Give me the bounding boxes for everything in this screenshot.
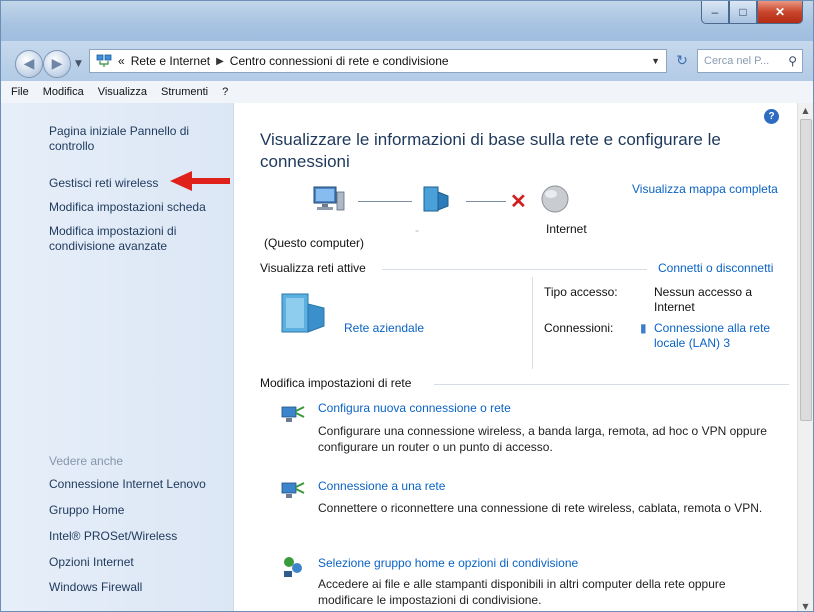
breadcrumb-current[interactable]: Centro connessioni di rete e condivision…: [230, 54, 449, 68]
recent-pages-dropdown[interactable]: ▼: [75, 59, 82, 69]
red-arrow-annotation: [170, 171, 230, 191]
scroll-thumb[interactable]: [800, 119, 812, 421]
scroll-up-icon[interactable]: ▲: [798, 103, 813, 117]
refresh-icon: ↻: [676, 53, 688, 69]
setup-connection-link[interactable]: Configura nuova connessione o rete: [318, 401, 511, 415]
change-settings-divider: [434, 384, 789, 385]
homegroup-link[interactable]: Selezione gruppo home e opzioni di condi…: [318, 556, 578, 570]
back-button[interactable]: ◀: [15, 50, 43, 78]
computer-label: (Questo computer): [264, 236, 365, 250]
active-networks-title: Visualizza reti attive: [260, 261, 366, 275]
page-title: Visualizzare le informazioni di base sul…: [260, 130, 721, 171]
maximize-button[interactable]: □: [729, 1, 757, 24]
navigation-bar: ◀ ▶ ▼ « Rete e Internet ▶ Centro conness…: [1, 41, 813, 81]
sidebar-link-advanced-sharing[interactable]: Modifica impostazioni di condivisione av…: [49, 224, 219, 254]
close-button[interactable]: ✕: [757, 1, 803, 24]
title-bar: – □ ✕: [1, 1, 813, 41]
breadcrumb-rete-internet[interactable]: Rete e Internet: [131, 54, 210, 68]
change-settings-title: Modifica impostazioni di rete: [260, 376, 412, 390]
help-icon[interactable]: ?: [764, 109, 779, 124]
sidebar-link-windows-firewall[interactable]: Windows Firewall: [49, 580, 229, 595]
search-icon[interactable]: ⚲: [788, 54, 797, 68]
menu-strumenti[interactable]: Strumenti: [161, 86, 208, 98]
minimize-button[interactable]: –: [701, 1, 729, 24]
window-controls: – □ ✕: [701, 1, 803, 24]
sidebar-link-internet-options[interactable]: Opzioni Internet: [49, 555, 229, 570]
network-name-link[interactable]: Rete aziendale: [344, 321, 424, 335]
connect-network-icon: [281, 482, 305, 498]
menu-file[interactable]: File: [11, 86, 29, 98]
connect-network-link[interactable]: Connessione a una rete: [318, 479, 445, 493]
connect-disconnect-link[interactable]: Connetti o disconnetti: [658, 261, 773, 275]
computer-icon[interactable]: [312, 184, 346, 214]
access-type-value: Nessun accesso a Internet: [654, 285, 753, 314]
full-map-link[interactable]: Visualizza mappa completa: [632, 182, 778, 196]
forward-button[interactable]: ▶: [43, 50, 71, 78]
sidebar-link-lenovo[interactable]: Connessione Internet Lenovo: [49, 477, 229, 492]
main-content: ? Visualizzare le informazioni di base s…: [234, 103, 799, 611]
connect-network-description: Connettere o riconnettere una connession…: [318, 501, 763, 515]
active-networks-divider: [382, 269, 647, 270]
homegroup-icon: [284, 557, 302, 577]
menu-bar: File Modifica Visualizza Strumenti ?: [1, 81, 813, 104]
internet-label: Internet: [546, 222, 587, 236]
network-icon: [96, 54, 112, 68]
lan-icon: ▮: [640, 321, 647, 335]
arrow-right-icon: ▶: [51, 56, 63, 72]
network-building-icon: [281, 293, 325, 333]
scroll-down-icon[interactable]: ▼: [798, 599, 813, 611]
network-setup-icon: [281, 406, 305, 422]
vertical-scrollbar[interactable]: ▲ ▼: [797, 103, 813, 611]
lan-connection-link[interactable]: Connessione alla rete locale (LAN) 3: [654, 321, 789, 351]
control-panel-window: – □ ✕ ◀ ▶ ▼ « Rete e Internet ▶ Centro c…: [0, 0, 814, 612]
menu-visualizza[interactable]: Visualizza: [98, 86, 147, 98]
refresh-button[interactable]: ↻: [671, 51, 693, 71]
breadcrumb-overflow[interactable]: «: [118, 54, 125, 68]
sidebar-link-intel-proset[interactable]: Intel® PROSet/Wireless: [49, 529, 229, 544]
connector-line-1: [358, 201, 412, 202]
homegroup-description: Accedere ai file e alle stampanti dispon…: [318, 577, 726, 607]
error-x-icon: ✕: [510, 191, 527, 213]
address-bar[interactable]: « Rete e Internet ▶ Centro connessioni d…: [89, 49, 667, 73]
arrow-left-icon: ◀: [23, 56, 35, 72]
chevron-down-icon[interactable]: ▼: [651, 56, 660, 66]
search-input[interactable]: Cerca nel P... ⚲: [697, 49, 803, 73]
globe-icon[interactable]: [539, 184, 573, 214]
connector-line-2: [466, 201, 506, 202]
search-placeholder: Cerca nel P...: [704, 55, 770, 67]
menu-modifica[interactable]: Modifica: [43, 86, 84, 98]
setup-connection-description: Configurare una connessione wireless, a …: [318, 424, 767, 454]
sidebar-link-homegroup[interactable]: Gruppo Home: [49, 503, 229, 518]
middle-label: -: [415, 223, 419, 237]
network-device-icon[interactable]: [420, 184, 454, 214]
active-networks-vertical-divider: [532, 277, 533, 369]
see-also-heading: Vedere anche: [49, 454, 124, 468]
connections-label: Connessioni:: [544, 321, 614, 335]
menu-help[interactable]: ?: [222, 86, 228, 98]
sidebar-link-adapter-settings[interactable]: Modifica impostazioni scheda: [49, 200, 229, 215]
breadcrumb-separator-icon[interactable]: ▶: [216, 56, 224, 67]
access-type-label: Tipo accesso:: [544, 285, 618, 299]
sidebar-link-home[interactable]: Pagina iniziale Pannello di controllo: [49, 124, 229, 154]
